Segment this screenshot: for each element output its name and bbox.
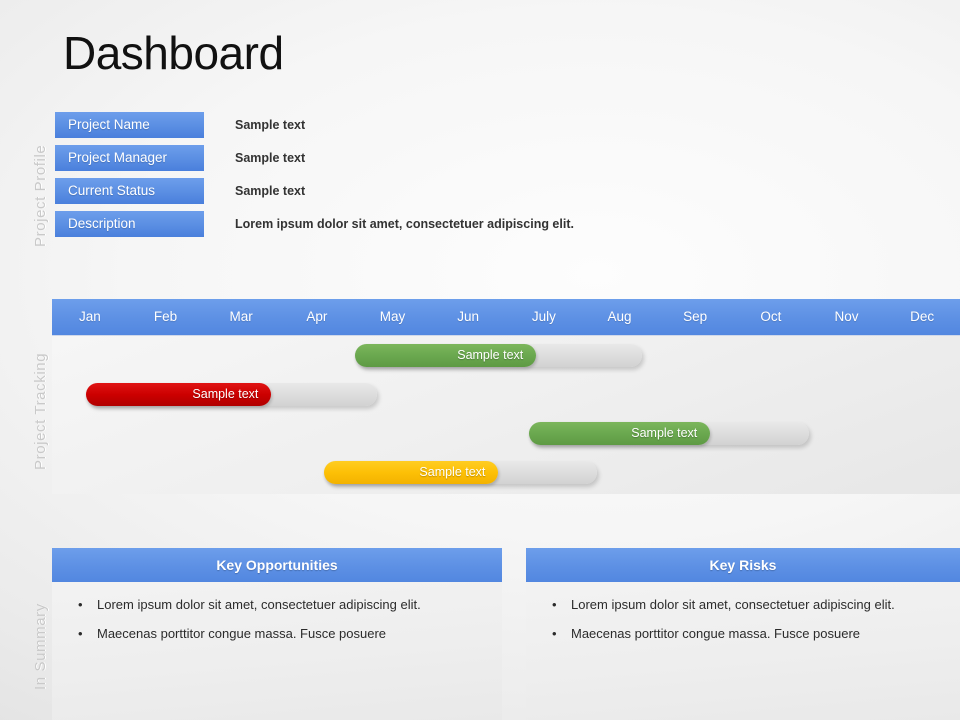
list-item-text: Maecenas porttitor congue massa. Fusce p… bbox=[571, 626, 861, 641]
month-header-cell: Aug bbox=[607, 309, 632, 324]
key-opportunities-heading: Key Opportunities bbox=[52, 548, 502, 582]
month-header-cell: Jun bbox=[457, 309, 480, 324]
section-label-project-profile: Project Profile bbox=[32, 144, 49, 247]
list-item-text: Lorem ipsum dolor sit amet, consectetuer… bbox=[97, 597, 421, 612]
gantt-bar-fill: Sample text bbox=[528, 422, 711, 445]
bullet-icon: • bbox=[78, 626, 83, 641]
month-header-cell: Jan bbox=[78, 309, 101, 324]
gantt-bar[interactable]: Sample text bbox=[86, 383, 378, 406]
month-header-cell: Oct bbox=[760, 309, 782, 324]
month-header-cell: Dec bbox=[910, 309, 935, 324]
key-risks-heading: Key Risks bbox=[526, 548, 960, 582]
profile-row-value: Sample text bbox=[235, 151, 306, 165]
profile-row-key: Current Status bbox=[55, 178, 204, 204]
month-header-cell: Feb bbox=[153, 309, 178, 324]
bullet-icon: • bbox=[552, 626, 557, 641]
list-item: • Maecenas porttitor congue massa. Fusce … bbox=[548, 625, 944, 642]
profile-row-key: Description bbox=[55, 211, 204, 237]
month-header-cell: Mar bbox=[229, 309, 253, 324]
gantt-bar-label: Sample text bbox=[631, 426, 698, 440]
list-item-text: Maecenas porttitor congue massa. Fusce p… bbox=[97, 626, 387, 641]
key-opportunities-panel: Key Opportunities • Lorem ipsum dolor sit… bbox=[52, 548, 502, 720]
month-header-cell: May bbox=[379, 309, 406, 324]
key-risks-panel: Key Risks • Lorem ipsum dolor sit amet, c… bbox=[526, 548, 960, 720]
month-header-cell: Apr bbox=[306, 309, 328, 324]
gantt-bar[interactable]: Sample text bbox=[528, 422, 809, 445]
gantt-bar-label: Sample text bbox=[192, 387, 259, 401]
gantt-bar-fill: Sample text bbox=[86, 383, 272, 406]
profile-row-value: Sample text bbox=[235, 118, 306, 132]
page-title: Dashboard bbox=[63, 27, 284, 79]
month-header-cell: July bbox=[531, 309, 556, 324]
list-item: • Lorem ipsum dolor sit amet, consectetue… bbox=[548, 596, 944, 613]
section-label-project-tracking: Project Tracking bbox=[32, 352, 49, 470]
gantt-bar-label: Sample text bbox=[457, 348, 524, 362]
gantt-bar-label: Sample text bbox=[419, 465, 486, 479]
list-item: • Maecenas porttitor congue massa. Fusce … bbox=[74, 625, 486, 642]
key-risks-list: • Lorem ipsum dolor sit amet, consectetue… bbox=[526, 582, 960, 642]
key-opportunities-list: • Lorem ipsum dolor sit amet, consectetue… bbox=[52, 582, 502, 642]
gantt-bar[interactable]: Sample text bbox=[354, 344, 643, 367]
month-header-row: Jan Feb Mar Apr May Jun July Aug Sep Oct Nov Dec bbox=[52, 299, 960, 336]
profile-row-value: Lorem ipsum dolor sit amet, consectetuer… bbox=[235, 217, 574, 231]
gantt-bar[interactable]: Sample text bbox=[324, 461, 597, 484]
month-header-cell: Nov bbox=[834, 309, 859, 324]
dashboard-slide: Dashboard Project Profile Project Tracki… bbox=[0, 0, 960, 720]
gantt-bar-fill: Sample text bbox=[324, 461, 499, 484]
profile-row-key: Project Manager bbox=[55, 145, 204, 171]
list-item: • Lorem ipsum dolor sit amet, consectetue… bbox=[74, 596, 486, 613]
section-label-in-summary: In Summary bbox=[32, 603, 49, 690]
month-header-cell: Sep bbox=[683, 309, 708, 324]
profile-row-value: Sample text bbox=[235, 184, 306, 198]
bullet-icon: • bbox=[552, 597, 557, 612]
gantt-bar-fill: Sample text bbox=[354, 344, 537, 367]
project-tracking-panel: Jan Feb Mar Apr May Jun July Aug Sep Oct Nov Dec Sa… bbox=[52, 299, 960, 494]
bullet-icon: • bbox=[78, 597, 83, 612]
profile-row-key: Project Name bbox=[55, 112, 204, 138]
list-item-text: Lorem ipsum dolor sit amet, consectetuer… bbox=[571, 597, 895, 612]
